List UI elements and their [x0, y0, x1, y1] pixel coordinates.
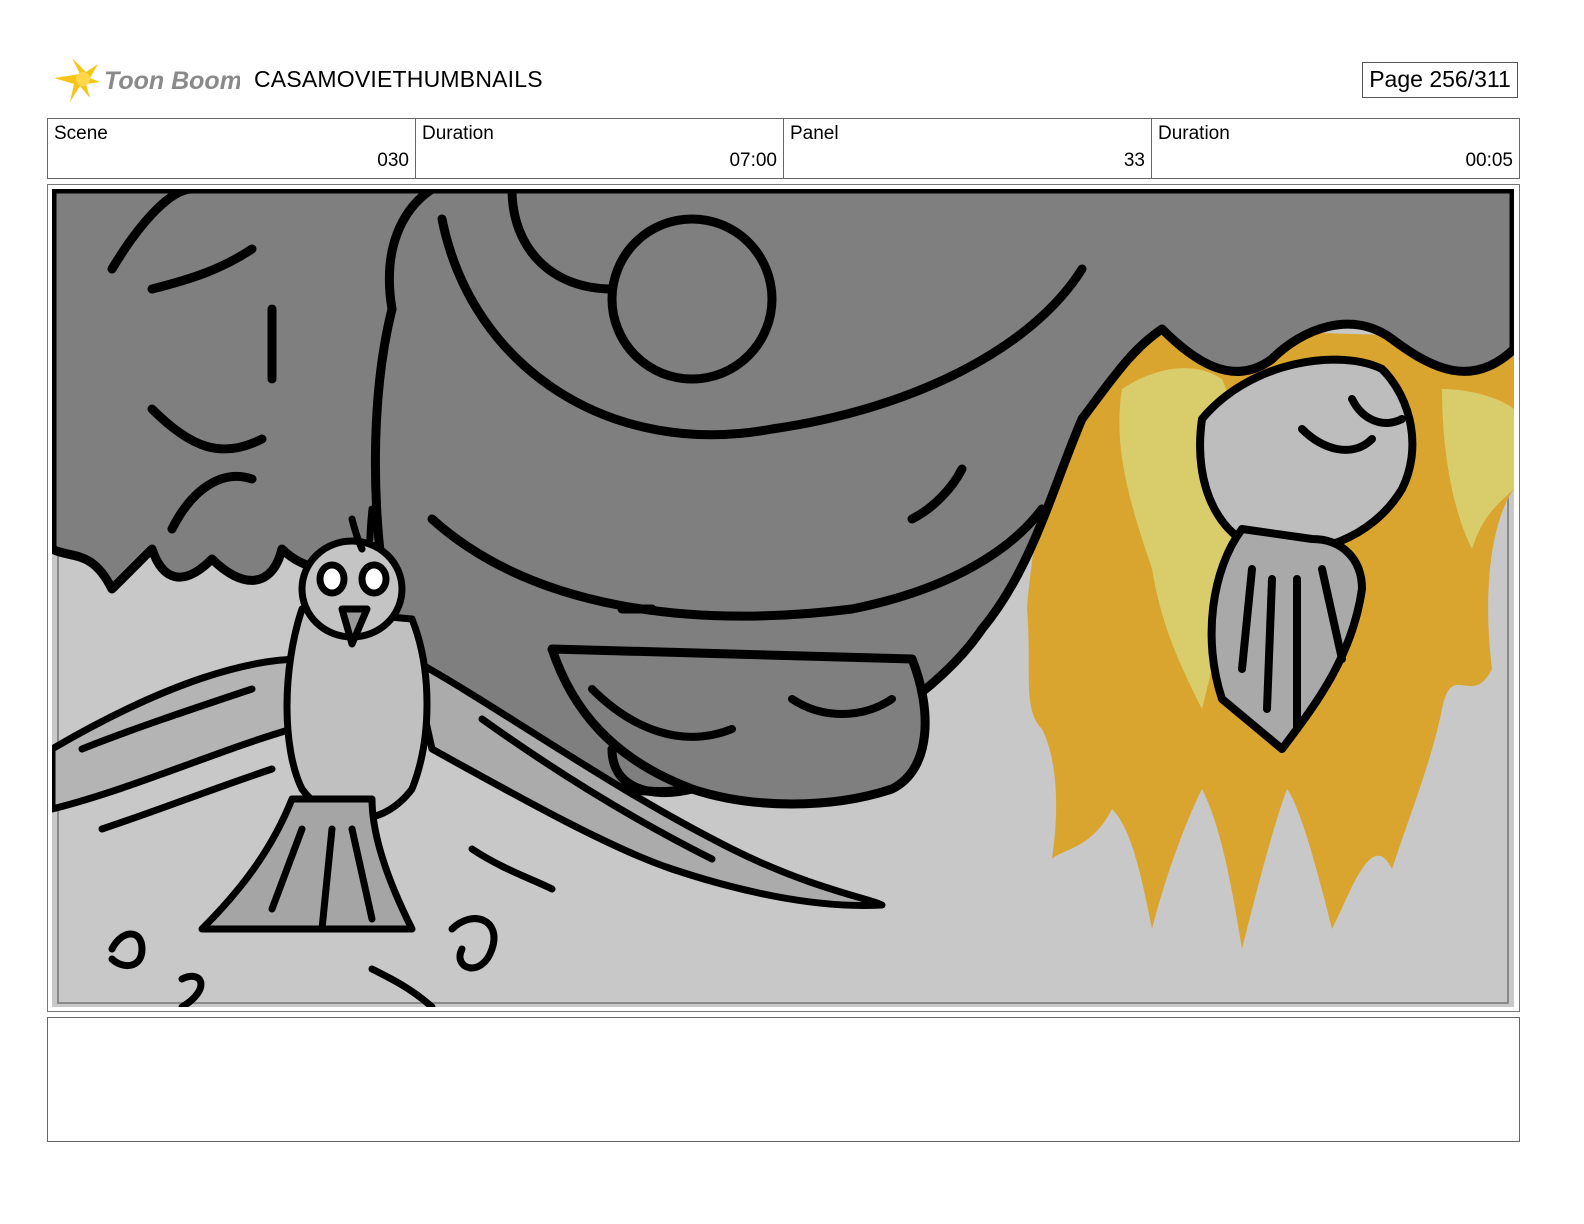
scene-duration-cell: Duration 07:00: [416, 119, 784, 178]
panel-duration-label: Duration: [1158, 123, 1230, 144]
storyboard-sketch: [52, 189, 1514, 1007]
scene-duration-label: Duration: [422, 123, 494, 144]
panel-duration-cell: Duration 00:05: [1152, 119, 1519, 178]
page-number: Page 256/311: [1362, 62, 1518, 98]
project-title: CASAMOVIETHUMBNAILS: [254, 66, 543, 92]
scene-duration-value: 07:00: [729, 150, 777, 171]
svg-text:Toon Boom: Toon Boom: [104, 67, 240, 95]
scene-label: Scene: [54, 123, 108, 144]
panel-info-table: Scene 030 Duration 07:00 Panel 33 Durati…: [47, 118, 1520, 179]
starburst-icon: [54, 58, 100, 102]
panel-cell: Panel 33: [784, 119, 1152, 178]
toon-boom-logo: Toon Boom: [50, 54, 240, 106]
notes-box[interactable]: [47, 1017, 1520, 1142]
scene-cell: Scene 030: [48, 119, 416, 178]
storyboard-panel: [47, 184, 1520, 1012]
panel-label: Panel: [790, 123, 839, 144]
scene-value: 030: [377, 150, 409, 171]
panel-duration-value: 00:05: [1465, 150, 1513, 171]
panel-value: 33: [1123, 150, 1145, 171]
